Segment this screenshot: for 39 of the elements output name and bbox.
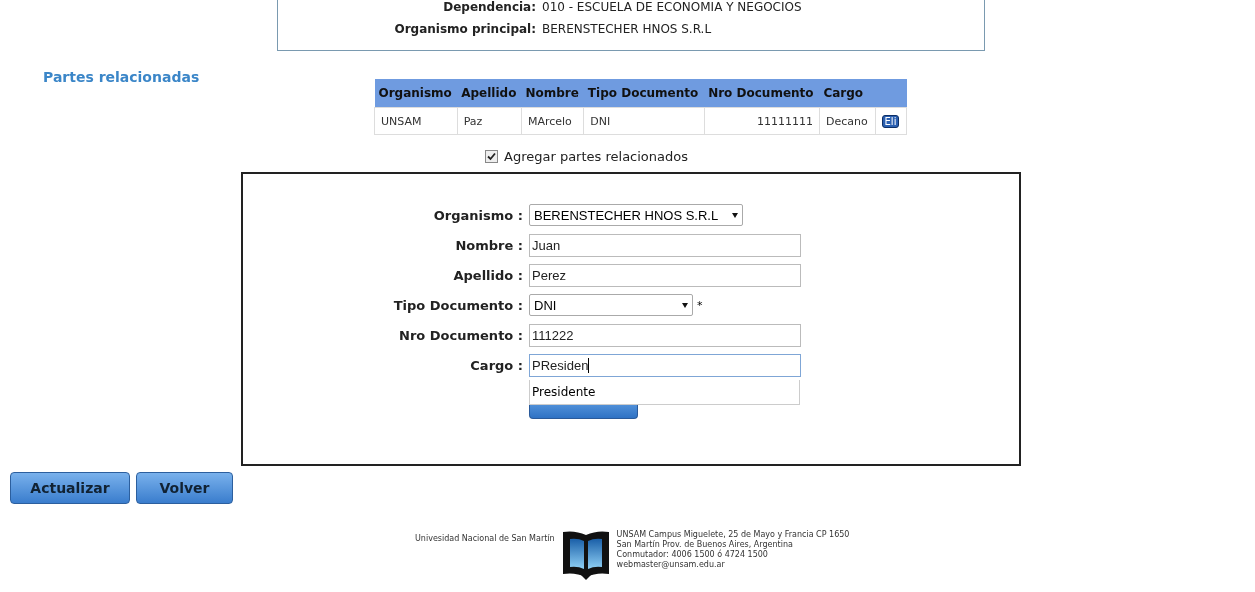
info-value: BERENSTECHER HNOS S.R.L bbox=[542, 21, 713, 38]
field-label: Nombre : bbox=[454, 237, 523, 253]
dropdown[interactable]: DNI bbox=[529, 294, 693, 316]
address-line: Conmutador: 4006 1500 ó 4724 1500 bbox=[616, 550, 769, 560]
delete-button[interactable]: Eli bbox=[881, 114, 900, 128]
column-header: Nombre bbox=[521, 79, 584, 108]
info-label: Organismo principal: bbox=[393, 21, 536, 38]
input-field[interactable]: PResiden bbox=[529, 353, 801, 377]
checkbox-label: Agregar partes relacionados bbox=[504, 149, 688, 164]
field-label: Apellido : bbox=[452, 267, 523, 283]
table-cell: UNSAM bbox=[374, 107, 458, 135]
column-header: Nro Documento bbox=[704, 79, 820, 108]
field-label: Nro Documento : bbox=[398, 327, 523, 343]
table-cell: 11111111 bbox=[704, 107, 820, 135]
input-field[interactable]: Juan bbox=[529, 233, 801, 257]
info-value: 010 - ESCUELA DE ECONOMIA Y NEGOCIOS bbox=[542, 0, 803, 16]
column-header: Tipo Documento bbox=[583, 79, 705, 108]
address-line: webmaster@unsam.edu.ar bbox=[616, 560, 726, 570]
address-line: UNSAM Campus Miguelete, 25 de Mayo y Francia CP 1650 bbox=[616, 530, 850, 540]
back-button[interactable]: Volver bbox=[136, 472, 233, 504]
required-mark: * bbox=[697, 298, 703, 312]
table-cell: DNI bbox=[583, 107, 705, 135]
column-header: Organismo bbox=[374, 79, 458, 108]
table-cell: Decano bbox=[819, 107, 876, 135]
table-cell: Paz bbox=[457, 107, 522, 135]
university-name: Univesidad Nacional de San Martín bbox=[415, 534, 555, 543]
input-field[interactable]: 111222 bbox=[529, 323, 801, 347]
dropdown[interactable]: BERENSTECHER HNOS S.R.L bbox=[529, 204, 743, 226]
column-header: Cargo bbox=[819, 79, 876, 108]
update-button[interactable]: Actualizar bbox=[10, 472, 130, 504]
suggestion-item[interactable]: Presidente bbox=[532, 385, 596, 399]
info-label: Dependencia: bbox=[442, 0, 536, 16]
field-label: Organismo : bbox=[432, 207, 523, 223]
field-label: Tipo Documento : bbox=[392, 297, 523, 313]
column-header: Apellido bbox=[457, 79, 522, 108]
field-label: Cargo : bbox=[469, 357, 523, 373]
address-line: San Martín Prov. de Buenos Aires, Argentina bbox=[616, 540, 794, 549]
table-cell: MArcelo bbox=[521, 107, 584, 135]
input-field[interactable]: Perez bbox=[529, 263, 801, 287]
